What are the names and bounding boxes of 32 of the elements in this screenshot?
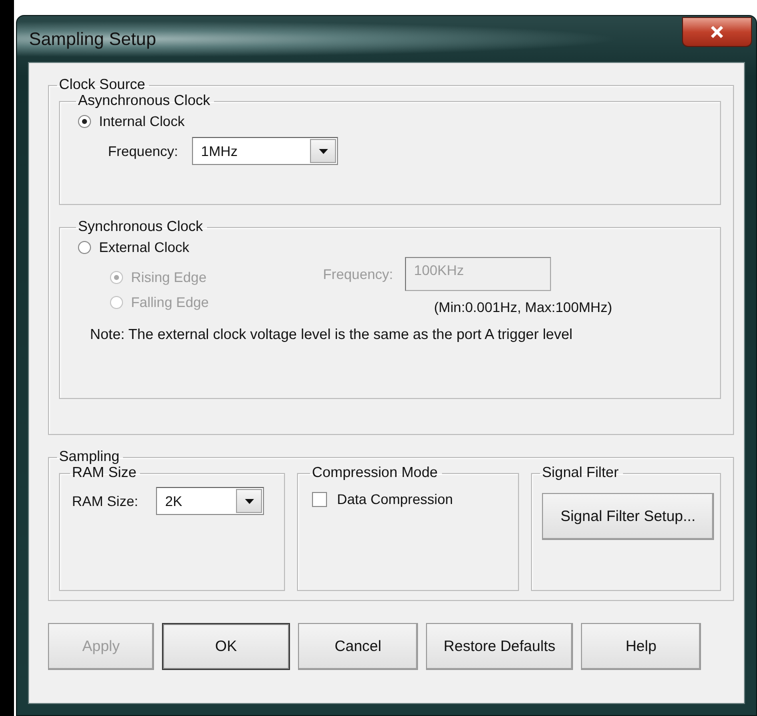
field-label: Frequency: <box>323 266 394 282</box>
caret-icon <box>318 148 328 154</box>
group-title: Compression Mode <box>311 465 439 481</box>
close-button[interactable] <box>682 17 752 47</box>
signal-filter-setup-button[interactable]: Signal Filter Setup... <box>542 493 714 540</box>
dialog-button[interactable]: Restore Defaults <box>426 623 573 670</box>
radio-label: Internal Clock <box>99 113 185 129</box>
dialog-button[interactable]: OK <box>162 623 290 670</box>
dialog-button[interactable]: Help <box>581 623 701 670</box>
radio-button[interactable] <box>78 114 91 128</box>
radio-label: Rising Edge <box>131 269 206 285</box>
frequency-dropdown[interactable]: 1MHz <box>192 137 338 165</box>
dialog-button[interactable]: Cancel <box>298 623 418 670</box>
group-title: Asynchronous Clock <box>77 93 212 109</box>
radio-button[interactable] <box>78 240 91 254</box>
group-title: RAM Size <box>71 465 138 481</box>
group-title: Signal Filter <box>541 465 620 481</box>
range-hint: (Min:0.001Hz, Max:100MHz) <box>434 299 612 315</box>
field-label: Frequency: <box>108 143 178 159</box>
window-title: Sampling Setup <box>29 28 156 50</box>
group-title: Synchronous Clock <box>77 219 204 235</box>
ram-size-dropdown[interactable]: 2K <box>156 487 264 515</box>
checkbox[interactable] <box>312 492 327 506</box>
close-icon <box>710 26 724 38</box>
caret-icon <box>244 498 254 504</box>
radio-label: Falling Edge <box>131 294 209 310</box>
radio-label: External Clock <box>99 239 190 255</box>
note-text: Note: The external clock voltage level is the same as the port A trigger level <box>90 327 573 343</box>
field-label: RAM Size: <box>72 493 138 509</box>
group-title: Clock Source <box>58 77 146 93</box>
checkbox-label: Data Compression <box>337 491 453 507</box>
group-title: Sampling <box>58 449 120 465</box>
